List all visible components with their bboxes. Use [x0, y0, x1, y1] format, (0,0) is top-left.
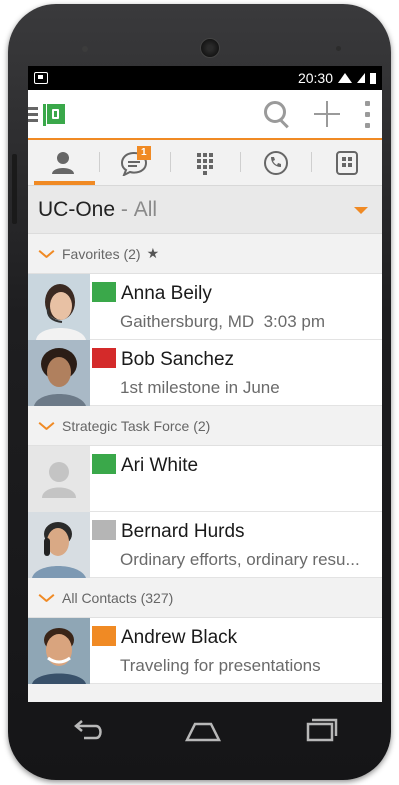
avatar	[28, 274, 90, 340]
person-icon	[52, 151, 75, 174]
contact-status: Gaithersburg, MD 3:03 pm	[120, 312, 326, 331]
chevron-down-icon	[38, 593, 54, 603]
contact-name: Bernard Hurds	[121, 521, 245, 542]
presence-flag-icon	[92, 348, 116, 368]
presence-flag-icon	[92, 454, 116, 474]
app-bar	[28, 90, 382, 140]
proximity-sensor	[336, 46, 341, 51]
dialpad-icon	[196, 152, 213, 175]
earpiece-speaker	[200, 38, 220, 58]
section-header-favorites[interactable]: Favorites (2) ★	[28, 234, 382, 274]
plus-icon[interactable]	[302, 90, 352, 140]
contact-status: 1st milestone in June	[120, 378, 280, 397]
recents-icon[interactable]	[300, 716, 340, 746]
contact-row[interactable]: Ari White	[28, 446, 382, 512]
overflow-menu-icon[interactable]	[352, 90, 382, 140]
tab-directory[interactable]	[311, 140, 382, 185]
section-header-strategic-task-force[interactable]: Strategic Task Force (2)	[28, 406, 382, 446]
dropdown-arrow-icon[interactable]	[354, 207, 368, 214]
app-screen: 20:30 1 UC-One - All Favorites (2) ★ Ann…	[28, 66, 382, 702]
presence-flag-icon	[92, 626, 116, 646]
star-icon: ★	[146, 245, 160, 261]
contact-name: Anna Beily	[121, 283, 212, 304]
tab-contacts[interactable]	[28, 140, 99, 185]
presence-flag-icon	[92, 282, 116, 302]
contact-name: Bob Sanchez	[121, 349, 235, 370]
group-name: UC-One	[38, 197, 116, 221]
group-filter: All	[133, 197, 158, 221]
group-selector[interactable]: UC-One - All	[28, 186, 382, 234]
signal-icon	[357, 73, 365, 83]
group-separator: -	[115, 197, 134, 221]
contact-name: Ari White	[121, 455, 199, 476]
back-icon[interactable]	[68, 716, 108, 746]
status-bar: 20:30	[28, 66, 382, 90]
tab-dialpad[interactable]	[169, 140, 241, 185]
chevron-down-icon	[38, 249, 54, 259]
avatar	[28, 340, 90, 406]
home-icon[interactable]	[183, 716, 223, 746]
tab-chat[interactable]: 1	[98, 140, 170, 185]
side-button	[12, 154, 17, 224]
presence-flag-icon	[92, 520, 116, 540]
tab-bar: 1	[28, 140, 382, 186]
contact-row[interactable]: Andrew Black Traveling for presentations	[28, 618, 382, 684]
directory-icon	[335, 150, 358, 175]
contact-row[interactable]: Anna Beily Gaithersburg, MD 3:03 pm	[28, 274, 382, 340]
chevron-down-icon	[38, 421, 54, 431]
status-time: 20:30	[297, 70, 333, 86]
contact-name: Andrew Black	[121, 627, 238, 648]
hamburger-icon[interactable]	[28, 107, 38, 123]
section-title: Favorites (2)	[62, 245, 141, 262]
front-camera	[82, 46, 88, 52]
notification-icon	[34, 72, 48, 84]
contact-row[interactable]: Bernard Hurds Ordinary efforts, ordinary…	[28, 512, 382, 578]
battery-icon	[370, 72, 376, 84]
tab-call-history[interactable]	[240, 140, 311, 185]
call-history-icon	[263, 150, 288, 175]
green-flag-logo-icon[interactable]	[42, 103, 66, 127]
chat-badge: 1	[136, 146, 151, 160]
section-title: All Contacts (327)	[62, 589, 174, 606]
system-nav-bar	[8, 702, 391, 764]
avatar	[28, 618, 90, 684]
search-icon[interactable]	[252, 90, 302, 140]
contact-status: Traveling for presentations	[120, 656, 321, 675]
avatar	[28, 512, 90, 578]
wifi-icon	[338, 73, 352, 83]
section-title: Strategic Task Force (2)	[62, 417, 211, 434]
contact-row[interactable]: Bob Sanchez 1st milestone in June	[28, 340, 382, 406]
contact-status: Ordinary efforts, ordinary resu...	[120, 550, 360, 569]
section-header-all-contacts[interactable]: All Contacts (327)	[28, 578, 382, 618]
default-avatar	[28, 446, 90, 512]
